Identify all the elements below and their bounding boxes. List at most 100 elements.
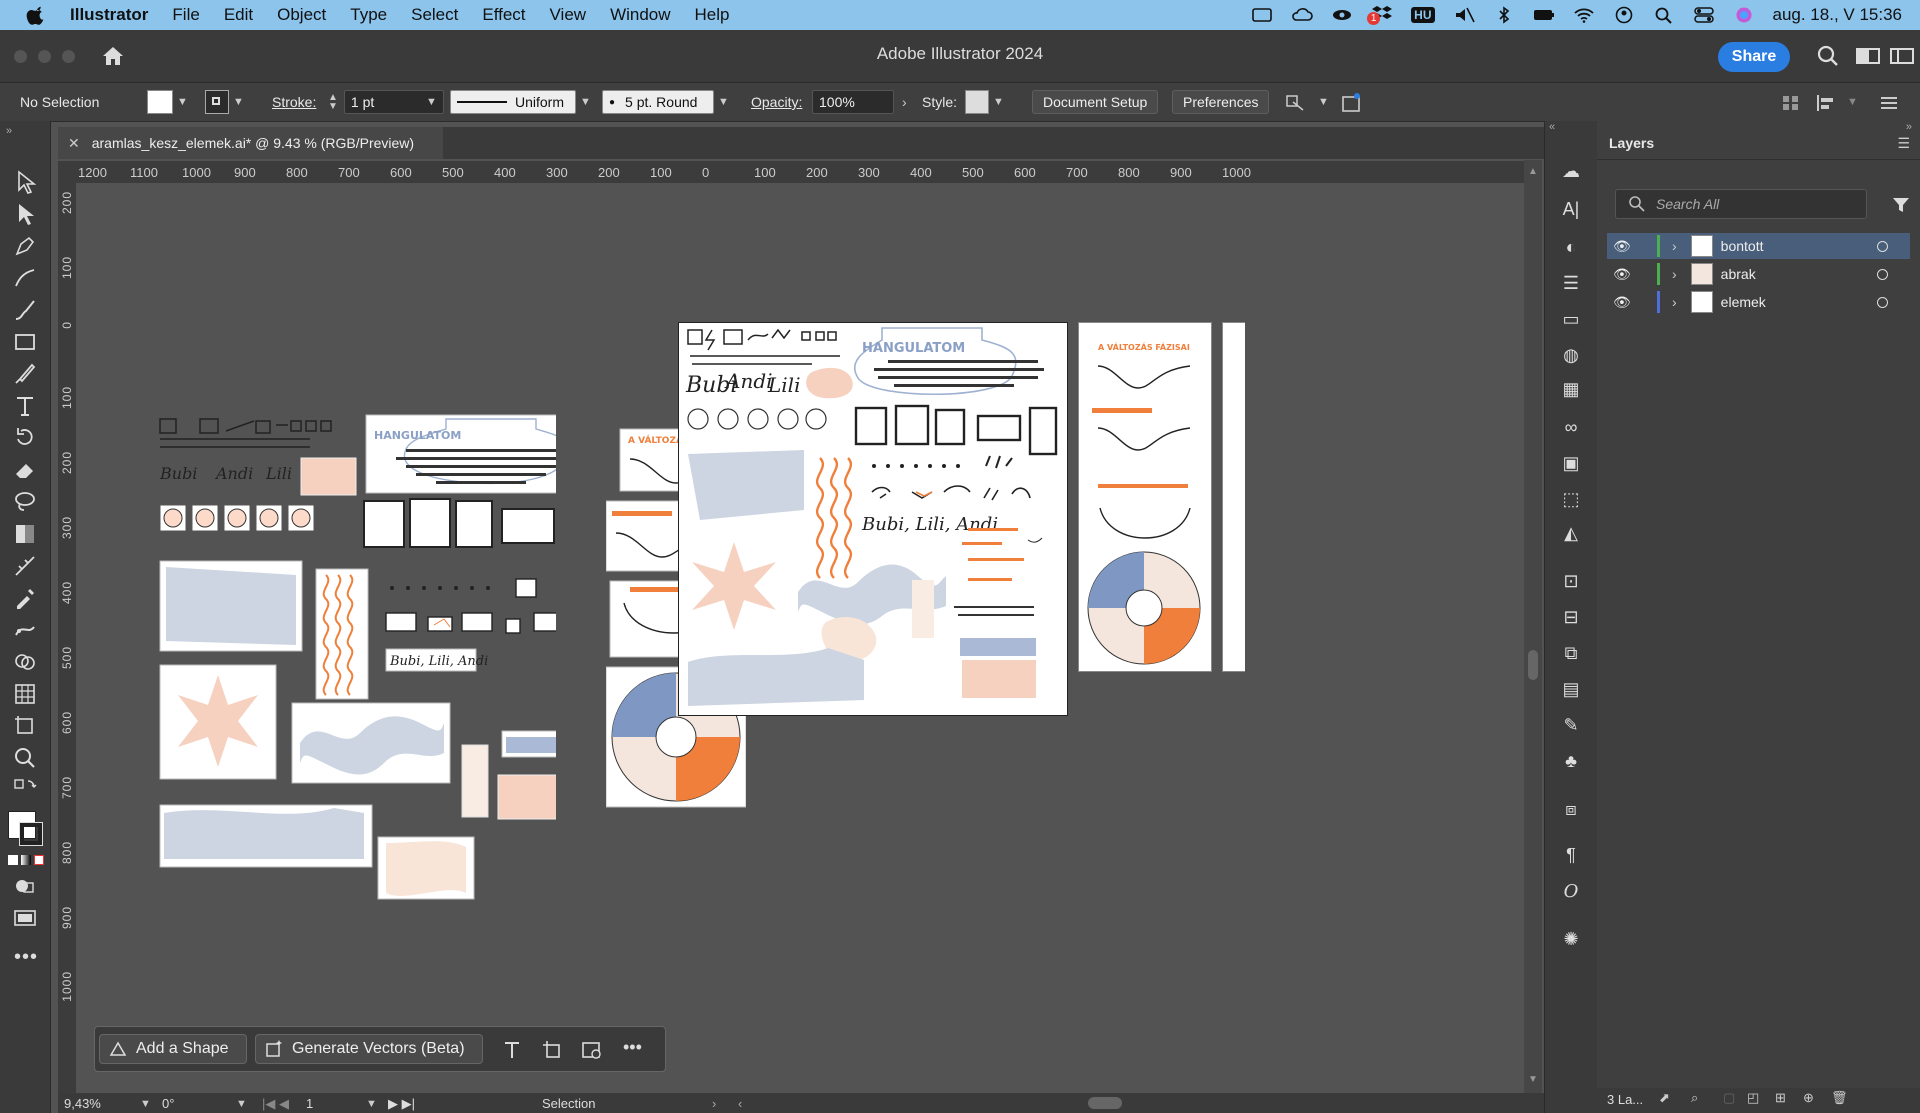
properties-icon[interactable]: A| [1559,197,1583,221]
ruler-origin[interactable] [58,161,76,183]
rotation-value[interactable]: 0° [162,1096,174,1111]
menu-edit[interactable]: Edit [224,5,253,25]
pen-tool-icon[interactable] [12,233,38,259]
rectangle-tool-icon[interactable] [12,329,38,355]
layers-panel-menu-icon[interactable]: ☰ [1897,135,1910,152]
eye-icon[interactable] [1331,6,1353,24]
color-mode-icon[interactable] [8,855,18,865]
menu-file[interactable]: File [172,5,199,25]
first-artboard-icon[interactable]: |◀ ◀ [262,1096,289,1112]
curvature-tool-icon[interactable] [12,265,38,291]
user-icon[interactable] [1613,6,1635,24]
filter-icon[interactable] [1891,195,1911,215]
swatches-icon[interactable]: ▤ [1559,677,1583,701]
scroll-up-icon[interactable]: ▲ [1528,166,1538,177]
layers-search-field[interactable]: Search All [1615,189,1867,219]
artboard-number[interactable]: 1 [306,1096,313,1111]
menu-effect[interactable]: Effect [482,5,525,25]
gradient-tool-icon[interactable] [12,521,38,547]
color-icon[interactable]: ◐ [1559,235,1583,259]
lasso-tool-icon[interactable] [12,489,38,515]
menu-app-name[interactable]: Illustrator [70,5,148,25]
visibility-eye-icon[interactable]: 👁 [1613,294,1631,311]
type-tool-icon[interactable] [12,393,38,419]
zoom-tool-icon[interactable] [12,745,38,771]
expand-chevron-icon[interactable]: › [1672,294,1677,310]
layers-panel-title[interactable]: Layers [1609,135,1654,151]
selection-tool-icon[interactable] [12,169,38,195]
chevron-down-icon[interactable]: ▼ [993,96,1004,108]
opacity-control[interactable]: 100% › [812,89,907,115]
panel-layout-icon[interactable] [1890,46,1914,66]
visibility-eye-icon[interactable]: 👁 [1613,266,1631,283]
chevron-down-icon[interactable]: ▼ [426,96,437,108]
target-circle-icon[interactable] [1877,296,1888,308]
chevron-down-icon[interactable]: ▼ [233,96,244,108]
eyedropper-tool-icon[interactable] [12,585,38,611]
dropbox-icon[interactable]: 1 [1367,4,1393,27]
eraser-tool-icon[interactable] [12,457,38,483]
visibility-eye-icon[interactable]: 👁 [1613,238,1631,255]
paragraph-icon[interactable]: ¶ [1559,843,1583,867]
brushes-icon[interactable]: ✎ [1559,713,1583,737]
collapse-dock-icon[interactable]: « [1549,121,1555,133]
expand-chevron-icon[interactable]: › [1672,266,1677,282]
export-icon[interactable]: ⬈ [1659,1090,1670,1106]
recolor-ai-icon[interactable] [1340,91,1364,115]
gradient-panel-icon[interactable]: ▭ [1559,307,1583,331]
chevron-down-icon[interactable]: ▼ [177,96,188,108]
menu-view[interactable]: View [550,5,587,25]
control-center-icon[interactable] [1693,6,1715,24]
cloud-sync-icon[interactable] [1291,6,1313,24]
display-icon[interactable] [1251,6,1273,24]
gradient-mode-icon[interactable] [21,855,31,865]
arrange-icon[interactable] [1285,93,1307,113]
draw-mode-icon[interactable] [12,873,38,899]
menu-object[interactable]: Object [277,5,326,25]
crop-artboard-icon[interactable] [541,1039,563,1061]
chevron-down-icon[interactable]: ▼ [140,1098,151,1110]
transform-icon[interactable]: ⊡ [1559,569,1583,593]
generate-vectors-button[interactable]: Generate Vectors (Beta) [255,1034,483,1064]
loose-elements-group[interactable]: Bubi Andi Lili HANGULATOM Bubi, Lili, An… [116,413,556,933]
more-options-icon[interactable]: ••• [623,1037,642,1058]
screen-mode-icon[interactable] [12,905,38,931]
chevron-down-icon[interactable]: ▼ [1318,96,1329,108]
locate-object-icon[interactable]: ⌕ [1691,1090,1698,1106]
horizontal-scroll-thumb[interactable] [1088,1097,1122,1109]
clock[interactable]: aug. 18., V 15:36 [1773,5,1903,25]
canvas[interactable]: Bubi Andi Lili HANGULATOM Bubi, Lili, An… [76,183,1531,1093]
menu-help[interactable]: Help [695,5,730,25]
layer-name[interactable]: elemek [1721,294,1766,310]
collect-for-export-icon[interactable]: ▢ [1723,1090,1735,1106]
rotate-tool-icon[interactable] [12,425,38,451]
width-tool-icon[interactable] [12,553,38,579]
new-layer-icon[interactable]: ⊕ [1803,1090,1814,1106]
target-circle-icon[interactable] [1877,268,1888,280]
swap-colors-icon[interactable] [12,777,38,803]
layer-row-bontott[interactable]: 👁 › bontott [1607,233,1910,259]
menu-type[interactable]: Type [350,5,387,25]
artboards-icon[interactable]: ▣ [1559,451,1583,475]
target-circle-icon[interactable] [1877,240,1888,252]
horizontal-ruler[interactable]: 1200 1100 1000 900 800 700 600 500 400 300 200 100 0… [76,161,1531,184]
wifi-icon[interactable] [1573,6,1595,24]
panel-menu-icon[interactable] [1878,93,1900,113]
scroll-thumb[interactable] [1528,650,1538,680]
layer-row-abrak[interactable]: 👁 › abrak [1607,261,1910,287]
fill-swatch[interactable]: ▼ [147,89,188,115]
color-mode-buttons[interactable] [8,855,44,867]
variable-width-profile[interactable]: Uniform ▼ [450,89,591,115]
stroke-color-box[interactable] [19,822,43,846]
direct-selection-tool-icon[interactable] [12,201,38,227]
mute-icon[interactable] [1453,6,1475,24]
scroll-down-icon[interactable]: ▼ [1528,1074,1538,1085]
graphic-style-swatch[interactable]: ▼ [965,89,1004,115]
chevron-down-icon[interactable]: ▼ [236,1098,247,1110]
stroke-swatch[interactable]: ▼ [205,89,244,115]
brush-definition[interactable]: ● 5 pt. Round ▼ [602,89,729,115]
symbols-icon[interactable]: ♣ [1559,749,1583,773]
collapse-layers-icon[interactable]: » [1906,121,1912,133]
share-button[interactable]: Share [1718,42,1790,72]
libraries-icon[interactable]: ☁ [1559,159,1583,183]
